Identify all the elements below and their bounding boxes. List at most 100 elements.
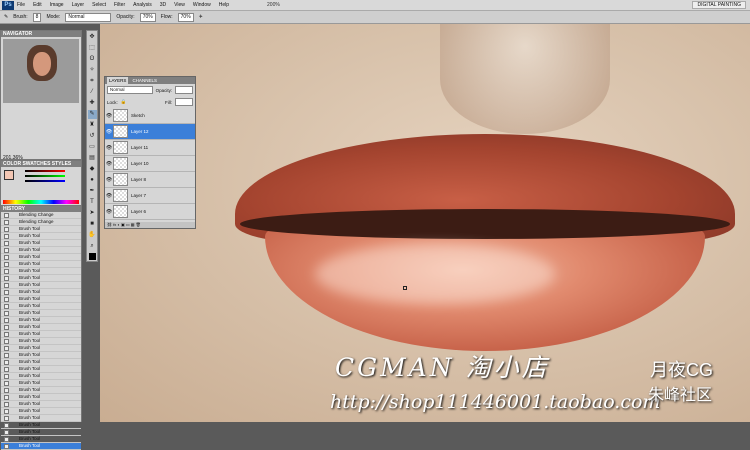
airbrush-icon[interactable]: ✈ (199, 14, 203, 20)
color-ramp[interactable] (3, 200, 79, 204)
foreground-color-swatch[interactable] (4, 170, 14, 180)
history-item[interactable]: Brush Tool (1, 422, 81, 429)
menu-analysis[interactable]: Analysis (133, 2, 152, 8)
opacity-field[interactable]: 70% (139, 12, 156, 22)
type-tool-icon[interactable]: T (88, 198, 97, 207)
menu-file[interactable]: File (17, 2, 25, 8)
history-item[interactable]: Brush Tool (1, 247, 81, 254)
history-item[interactable]: Brush Tool (1, 324, 81, 331)
lasso-tool-icon[interactable]: ʘ (88, 55, 97, 64)
fill-field[interactable] (175, 98, 193, 106)
menu-filter[interactable]: Filter (114, 2, 125, 8)
clone-stamp-tool-icon[interactable]: ♜ (88, 121, 97, 130)
layer-row[interactable]: 👁 Layer 6 (105, 204, 195, 220)
history-item[interactable]: Brush Tool (1, 352, 81, 359)
history-item[interactable]: Brush Tool (1, 226, 81, 233)
history-item[interactable]: Brush Tool (1, 310, 81, 317)
menu-select[interactable]: Select (92, 2, 106, 8)
layer-row[interactable]: 👁 Layer 7 (105, 188, 195, 204)
history-item[interactable]: Brush Tool (1, 394, 81, 401)
history-item[interactable]: Brush Tool (1, 261, 81, 268)
history-item-selected[interactable]: Brush Tool (1, 443, 81, 450)
dodge-tool-icon[interactable]: ● (88, 176, 97, 185)
history-item[interactable]: Brush Tool (1, 366, 81, 373)
history-item[interactable]: Brush Tool (1, 429, 81, 436)
layer-row[interactable]: 👁 Sketch (105, 108, 195, 124)
green-slider[interactable] (25, 175, 65, 177)
history-brush-tool-icon[interactable]: ↺ (88, 132, 97, 141)
history-item[interactable]: Brush Tool (1, 282, 81, 289)
history-item[interactable]: Brush Tool (1, 289, 81, 296)
history-item[interactable]: Brush Tool (1, 408, 81, 415)
eyedropper-tool-icon[interactable]: ⁄ (88, 88, 97, 97)
history-item[interactable]: Blending Change (1, 212, 81, 219)
path-selection-tool-icon[interactable]: ➤ (88, 209, 97, 218)
history-item[interactable]: Brush Tool (1, 254, 81, 261)
blend-mode-select[interactable]: Normal (107, 86, 153, 94)
history-item[interactable]: Brush Tool (1, 401, 81, 408)
menu-view[interactable]: View (174, 2, 185, 8)
menu-help[interactable]: Help (219, 2, 229, 8)
brush-tool-icon[interactable]: ✎ (4, 14, 8, 20)
history-item[interactable]: Brush Tool (1, 317, 81, 324)
history-item[interactable]: Brush Tool (1, 275, 81, 282)
history-item[interactable]: Brush Tool (1, 296, 81, 303)
history-item[interactable]: Brush Tool (1, 373, 81, 380)
history-item[interactable]: Brush Tool (1, 345, 81, 352)
eraser-tool-icon[interactable]: ▭ (88, 143, 97, 152)
history-item[interactable]: Brush Tool (1, 387, 81, 394)
tab-layers[interactable]: LAYERS (107, 77, 129, 84)
visibility-eye-icon[interactable]: 👁 (105, 209, 113, 215)
menu-layer[interactable]: Layer (72, 2, 85, 8)
layer-row[interactable]: 👁 Layer 8 (105, 172, 195, 188)
menu-image[interactable]: Image (50, 2, 64, 8)
marquee-tool-icon[interactable]: ⬚ (88, 44, 97, 53)
menu-edit[interactable]: Edit (33, 2, 42, 8)
magic-wand-tool-icon[interactable]: ✧ (88, 66, 97, 75)
mode-select[interactable]: Normal (65, 12, 112, 22)
history-item[interactable]: Brush Tool (1, 436, 81, 443)
tab-channels[interactable]: CHANNELS (132, 77, 157, 84)
blue-slider[interactable] (25, 180, 65, 182)
layer-opacity-field[interactable] (175, 86, 193, 94)
visibility-eye-icon[interactable]: 👁 (105, 129, 113, 135)
menu-window[interactable]: Window (193, 2, 211, 8)
shape-tool-icon[interactable]: ■ (88, 220, 97, 229)
visibility-eye-icon[interactable]: 👁 (105, 161, 113, 167)
workspace-switcher[interactable]: DIGITAL PAINTING (692, 1, 746, 9)
brush-tool-icon[interactable]: ✎ (87, 110, 97, 119)
history-item[interactable]: Brush Tool (1, 331, 81, 338)
layer-row[interactable]: 👁 Layer 10 (105, 156, 195, 172)
history-item[interactable]: Brush Tool (1, 380, 81, 387)
visibility-eye-icon[interactable]: 👁 (105, 177, 113, 183)
history-item[interactable]: Brush Tool (1, 359, 81, 366)
flow-field[interactable]: 70% (177, 12, 194, 22)
history-item[interactable]: Brush Tool (1, 233, 81, 240)
layer-row[interactable]: 👁 Layer 12 (105, 124, 195, 140)
navigator-thumbnail[interactable] (3, 39, 79, 103)
crop-tool-icon[interactable]: ⌗ (88, 77, 97, 86)
move-tool-icon[interactable]: ✥ (88, 33, 97, 42)
brush-size-picker[interactable]: 8 (32, 12, 42, 22)
gradient-tool-icon[interactable]: ▤ (88, 154, 97, 163)
visibility-eye-icon[interactable]: 👁 (105, 193, 113, 199)
healing-tool-icon[interactable]: ✚ (88, 99, 97, 108)
layer-row[interactable]: 👁 Layer 11 (105, 140, 195, 156)
zoom-tool-icon[interactable]: ⌕ (88, 242, 97, 251)
history-item[interactable]: Brush Tool (1, 268, 81, 275)
history-item[interactable]: Brush Tool (1, 303, 81, 310)
history-item[interactable]: Blending Change (1, 219, 81, 226)
visibility-eye-icon[interactable]: 👁 (105, 113, 113, 119)
blur-tool-icon[interactable]: ◆ (88, 165, 97, 174)
history-item[interactable]: Brush Tool (1, 415, 81, 422)
foreground-color-chip[interactable] (88, 253, 96, 260)
layers-footer-icons[interactable]: ⛓ fx ◐ ▣ ▭ ▦ 🗑 (105, 222, 195, 228)
visibility-eye-icon[interactable]: 👁 (105, 145, 113, 151)
history-item[interactable]: Brush Tool (1, 338, 81, 345)
pen-tool-icon[interactable]: ✒ (88, 187, 97, 196)
history-item[interactable]: Brush Tool (1, 240, 81, 247)
menu-3d[interactable]: 3D (160, 2, 166, 8)
hand-tool-icon[interactable]: ✋ (88, 231, 97, 240)
red-slider[interactable] (25, 170, 65, 172)
zoom-level[interactable]: 200% (267, 2, 280, 8)
